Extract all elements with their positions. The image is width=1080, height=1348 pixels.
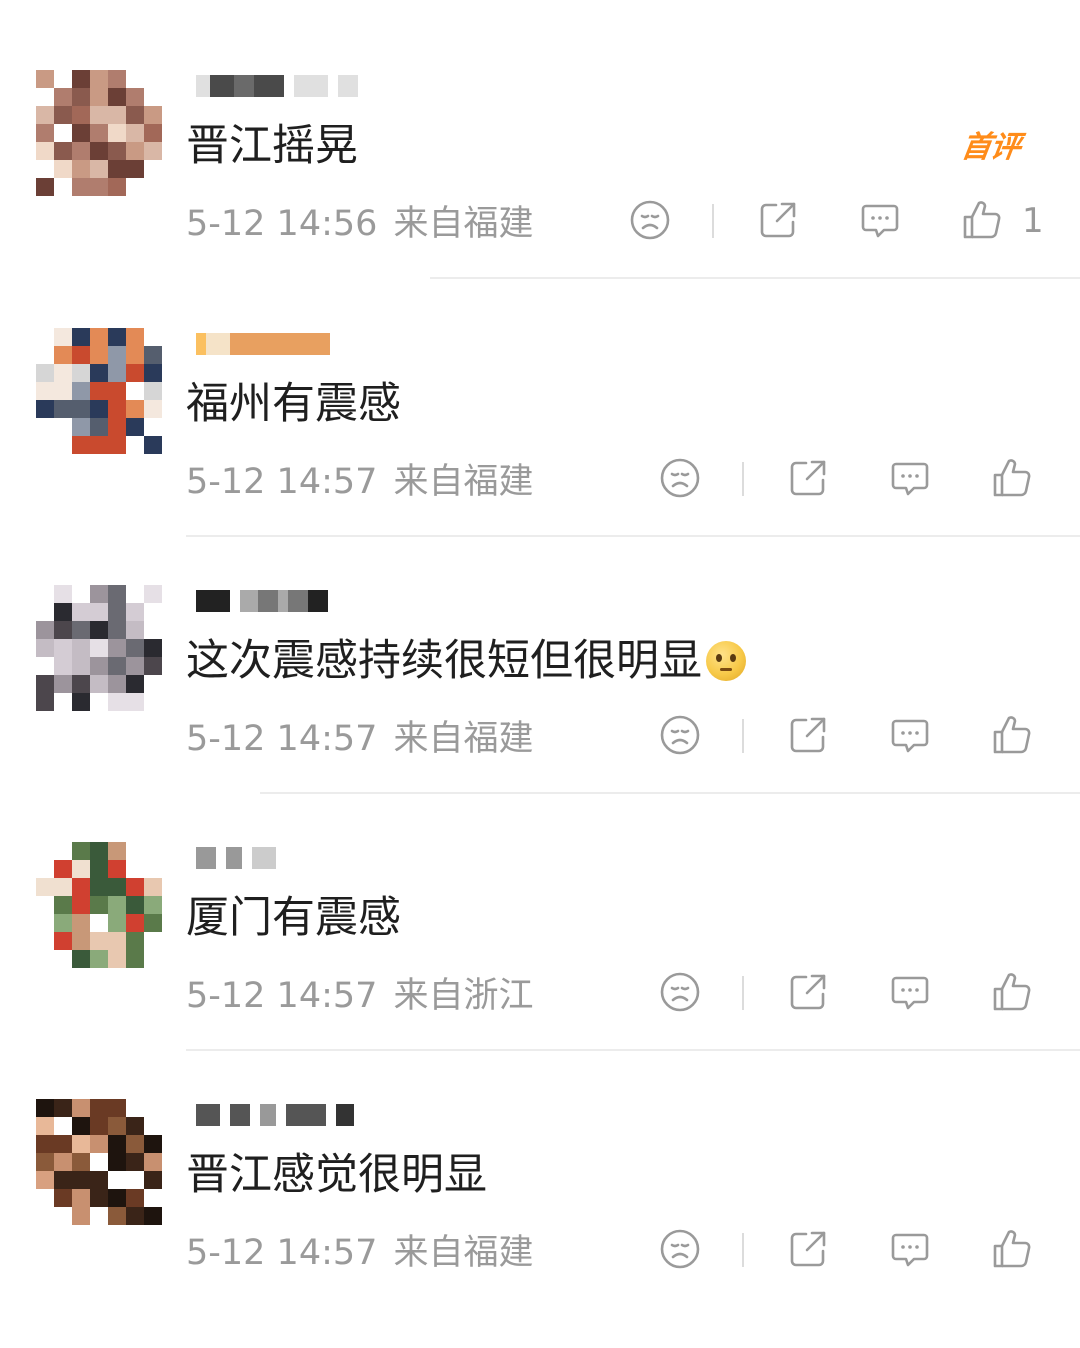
comment-bubble-icon[interactable] <box>888 456 932 500</box>
comment-time: 5-12 14:56 <box>186 204 378 244</box>
comment-bubble-icon[interactable] <box>888 1227 932 1271</box>
comment-time: 5-12 14:57 <box>186 462 378 502</box>
thinking-face-emoji <box>706 641 746 681</box>
comment-item: 首评 晋江摇晃 5-12 14:56 来自福建 1 <box>0 62 1080 319</box>
username-blurred[interactable] <box>196 585 338 617</box>
avatar[interactable] <box>36 328 162 454</box>
comment-text: 晋江摇晃 <box>186 121 358 171</box>
avatar[interactable] <box>36 70 162 196</box>
comment-item: 这次震感持续很短但很明显 5-12 14:57 来自福建 <box>0 577 1080 834</box>
avatar[interactable] <box>36 842 162 968</box>
divider-vertical <box>742 462 744 496</box>
avatar[interactable] <box>36 1099 162 1225</box>
comment-location: 来自浙江 <box>393 976 534 1016</box>
comment-text: 福州有震感 <box>186 379 401 429</box>
comment-text: 这次震感持续很短但很明显 <box>186 631 746 691</box>
comment-text: 厦门有震感 <box>186 893 401 943</box>
comment-item: 福州有震感 5-12 14:57 来自福建 <box>0 320 1080 577</box>
thumbs-up-icon[interactable] <box>990 1227 1034 1271</box>
thumbs-up-icon[interactable] <box>990 970 1034 1014</box>
comment-text: 晋江感觉很明显 <box>186 1150 487 1200</box>
divider-vertical <box>742 719 744 753</box>
frown-face-icon[interactable] <box>658 970 702 1014</box>
share-icon[interactable] <box>786 1227 830 1271</box>
comment-meta: 5-12 14:57 来自浙江 <box>186 974 533 1018</box>
first-comment-badge: 首评 <box>959 130 1022 165</box>
comment-divider <box>260 792 1080 794</box>
comment-meta: 5-12 14:57 来自福建 <box>186 460 533 504</box>
thumbs-up-icon[interactable] <box>990 456 1034 500</box>
divider-vertical <box>742 976 744 1010</box>
frown-face-icon[interactable] <box>658 713 702 757</box>
frown-face-icon[interactable] <box>658 1227 702 1271</box>
comment-bubble-icon[interactable] <box>858 198 902 242</box>
comment-location: 来自福建 <box>393 719 534 759</box>
comment-location: 来自福建 <box>393 1233 534 1273</box>
avatar[interactable] <box>36 585 162 711</box>
frown-face-icon[interactable] <box>658 456 702 500</box>
username-blurred[interactable] <box>196 842 286 874</box>
thumbs-up-icon[interactable] <box>960 198 1004 242</box>
comment-time: 5-12 14:57 <box>186 719 378 759</box>
comment-divider <box>186 1049 1080 1051</box>
comment-time: 5-12 14:57 <box>186 976 378 1016</box>
comment-item: 厦门有震感 5-12 14:57 来自浙江 <box>0 834 1080 1091</box>
comment-item: 晋江感觉很明显 5-12 14:57 来自福建 <box>0 1091 1080 1348</box>
comment-divider <box>430 277 1080 279</box>
comment-divider <box>186 535 1080 537</box>
comment-location: 来自福建 <box>393 462 534 502</box>
comment-text-content: 这次震感持续很短但很明显 <box>186 636 702 686</box>
share-icon[interactable] <box>756 198 800 242</box>
comment-meta: 5-12 14:57 来自福建 <box>186 1231 533 1275</box>
share-icon[interactable] <box>786 713 830 757</box>
comment-time: 5-12 14:57 <box>186 1233 378 1273</box>
comment-bubble-icon[interactable] <box>888 713 932 757</box>
comment-meta: 5-12 14:57 来自福建 <box>186 717 533 761</box>
comment-location: 来自福建 <box>393 204 534 244</box>
username-blurred[interactable] <box>196 1099 364 1131</box>
divider-vertical <box>742 1233 744 1267</box>
comment-bubble-icon[interactable] <box>888 970 932 1014</box>
frown-face-icon[interactable] <box>628 198 672 242</box>
comment-meta: 5-12 14:56 来自福建 <box>186 202 533 246</box>
share-icon[interactable] <box>786 456 830 500</box>
divider-vertical <box>712 204 714 238</box>
username-blurred[interactable] <box>196 328 330 360</box>
thumbs-up-icon[interactable] <box>990 713 1034 757</box>
username-blurred[interactable] <box>196 70 358 102</box>
share-icon[interactable] <box>786 970 830 1014</box>
like-count: 1 <box>1022 201 1044 241</box>
